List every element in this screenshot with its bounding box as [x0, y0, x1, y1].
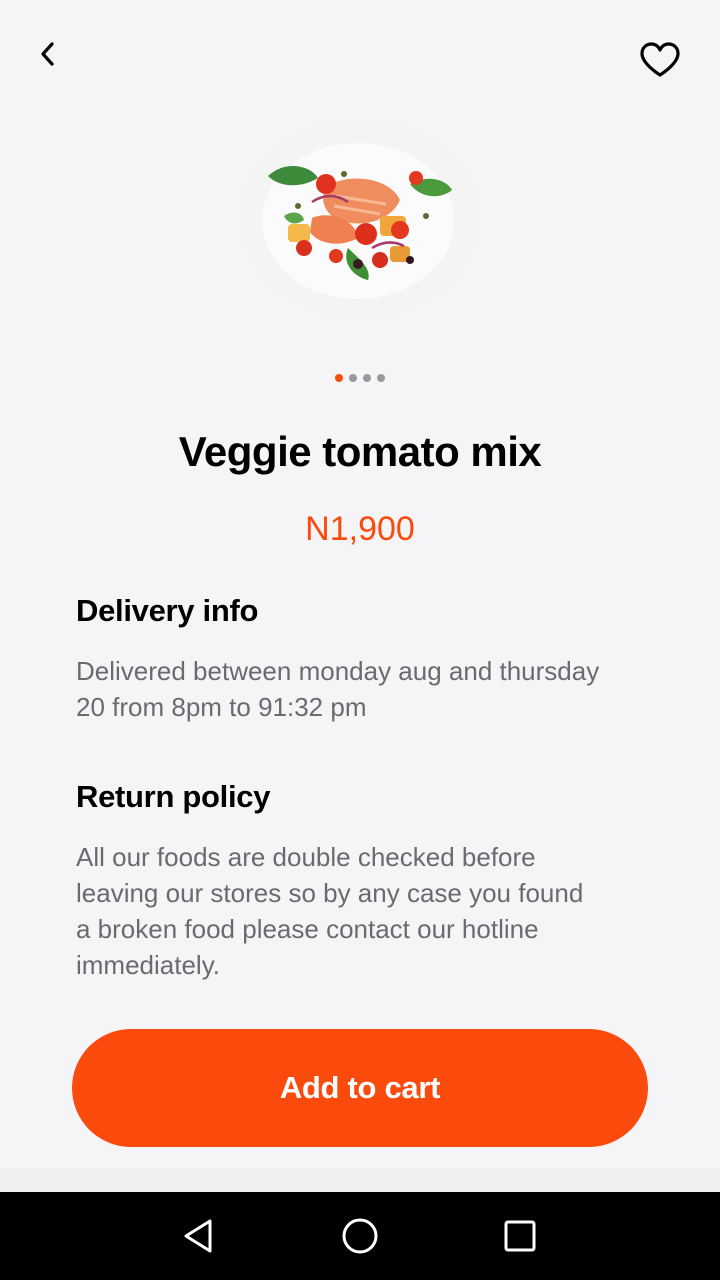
food-plate-illustration — [240, 120, 480, 318]
system-home-button[interactable] — [330, 1206, 390, 1266]
product-price: N1,900 — [305, 510, 415, 548]
product-image — [240, 120, 480, 318]
product-title: Veggie tomato mix — [178, 428, 542, 475]
carousel-dot[interactable] — [349, 374, 357, 382]
system-navigation-bar — [0, 1192, 720, 1280]
return-policy-heading: Return policy — [76, 779, 271, 814]
favorite-button[interactable] — [636, 38, 684, 82]
delivery-info-text: Delivered between monday aug and thursda… — [76, 653, 656, 725]
return-policy-line: leaving our stores so by any case you fo… — [76, 878, 584, 908]
triangle-back-icon — [184, 1219, 212, 1253]
add-to-cart-label: Add to cart — [279, 1070, 441, 1105]
product-detail-screen: Veggie tomato mix N1,900 Delivery info D… — [0, 0, 720, 1168]
chevron-left-icon — [41, 42, 54, 66]
return-policy-line: All our foods are double checked before — [76, 842, 536, 872]
delivery-info-line: 20 from 8pm to 91:32 pm — [76, 692, 367, 722]
return-policy-line: a broken food please contact our hotline — [76, 914, 539, 944]
return-policy-text: All our foods are double checked before … — [76, 839, 656, 983]
delivery-info-heading: Delivery info — [76, 593, 259, 628]
return-policy-line: immediately. — [76, 950, 221, 980]
square-recents-icon — [504, 1220, 536, 1252]
add-to-cart-button[interactable]: Add to cart — [72, 1029, 648, 1147]
image-carousel-indicator — [0, 374, 720, 382]
delivery-info-line: Delivered between monday aug and thursda… — [76, 656, 600, 686]
bottom-divider-strip — [0, 1168, 720, 1192]
heart-outline-icon — [640, 42, 680, 77]
carousel-dot-active[interactable] — [335, 374, 343, 382]
back-button[interactable] — [28, 32, 68, 76]
system-back-button[interactable] — [170, 1206, 230, 1266]
carousel-dot[interactable] — [363, 374, 371, 382]
system-recents-button[interactable] — [490, 1206, 550, 1266]
carousel-dot[interactable] — [377, 374, 385, 382]
circle-home-icon — [342, 1218, 378, 1254]
